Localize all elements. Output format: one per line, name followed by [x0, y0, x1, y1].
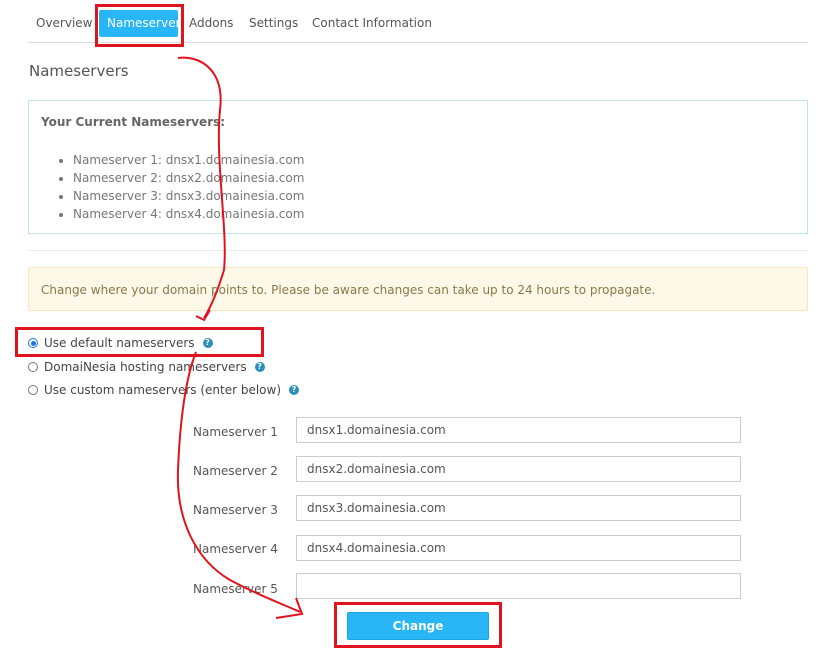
arrow-option-to-button [176, 351, 301, 613]
arrow-tab-to-option [177, 56, 226, 319]
annotation-arrows [176, 56, 304, 619]
